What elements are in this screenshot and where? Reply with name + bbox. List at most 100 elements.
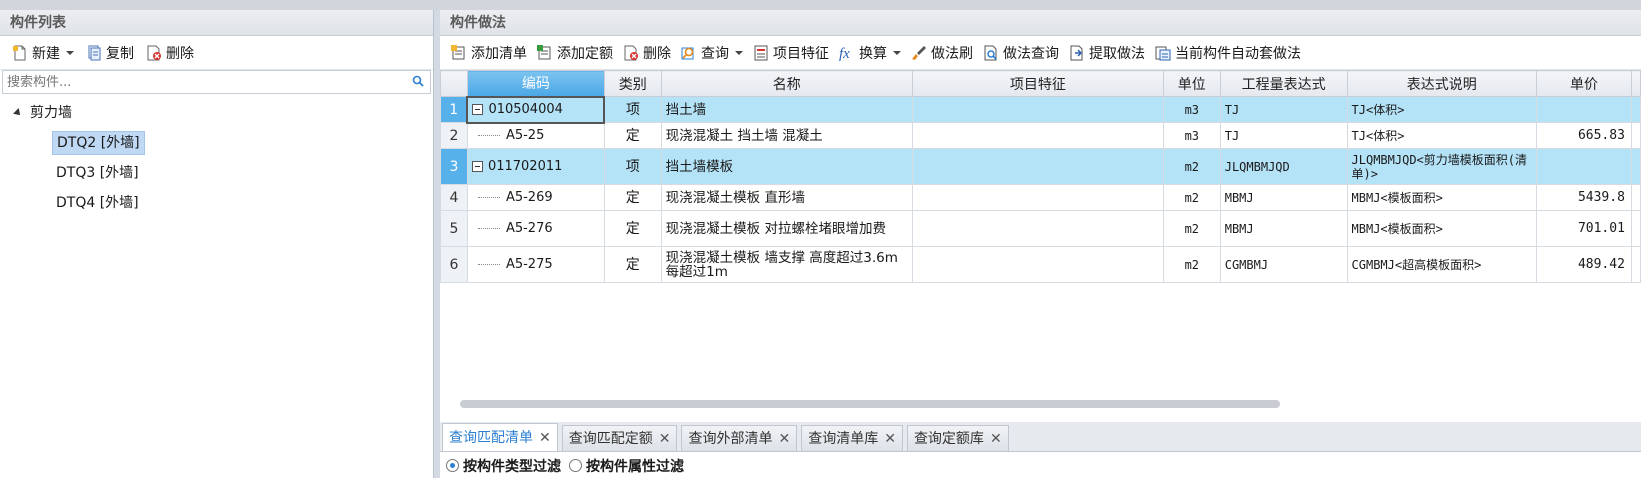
horizontal-scrollbar[interactable] [460,400,1280,408]
code-cell[interactable]: A5-269 [466,184,605,211]
expr-cell[interactable]: MBMJ [1219,210,1348,247]
tree-item-dtq2[interactable]: DTQ2 [外墙] [0,128,433,158]
copy-button[interactable]: 复制 [80,40,140,66]
unit-cell[interactable]: m2 [1162,184,1221,211]
collapse-icon[interactable] [471,161,483,172]
expr-cell[interactable]: MBMJ [1219,184,1348,211]
feature-cell[interactable] [911,148,1164,185]
code-cell[interactable]: A5-276 [466,210,605,247]
unit-cell[interactable]: m3 [1162,96,1221,123]
feature-cell[interactable] [911,96,1164,123]
method-toolbar: 添加清单 添加定额 删除 查询 项目特征 fx 换算 做法刷 做法查询 提取做法… [440,36,1641,70]
desc-cell: MBMJ<模板面积> [1346,210,1538,247]
query-button[interactable]: 查询 [676,40,748,66]
collapse-icon[interactable] [472,104,484,115]
query-label: 查询 [701,45,729,62]
expr-cell[interactable]: TJ [1219,96,1348,123]
add-list-button[interactable]: 添加清单 [446,40,532,66]
table-row[interactable]: 1 010504004 项 挡土墙 m3 TJ TJ<体积> [440,95,1641,124]
expr-cell[interactable]: JLQMBMJQD [1219,148,1348,185]
delete-icon [623,45,639,61]
chevron-down-icon[interactable] [893,50,901,55]
filter-by-attr-radio[interactable] [569,459,582,472]
close-icon[interactable]: ✕ [659,427,671,451]
tab-query-external-list[interactable]: 查询外部清单 ✕ [681,425,798,451]
code-cell[interactable]: A5-275 [466,246,605,283]
convert-button[interactable]: fx 换算 [834,40,906,66]
column-header-type[interactable]: 类别 [603,70,662,97]
column-header-code[interactable]: 编码 [466,70,605,97]
close-icon[interactable]: ✕ [990,427,1002,451]
close-icon[interactable]: ✕ [539,426,551,450]
code-cell[interactable]: 011702011 [466,148,605,185]
type-cell[interactable]: 定 [603,184,662,211]
type-cell[interactable]: 定 [603,210,662,247]
close-icon[interactable]: ✕ [884,427,896,451]
expr-cell[interactable]: TJ [1219,122,1348,149]
type-cell[interactable]: 定 [603,246,662,283]
delete-component-button[interactable]: 删除 [140,40,200,66]
add-quota-icon [537,44,553,61]
auto-apply-label: 当前构件自动套做法 [1175,45,1301,62]
type-cell[interactable]: 定 [603,122,662,149]
name-cell[interactable]: 现浇混凝土模板 墙支撑 高度超过3.6m每超过1m [660,246,913,283]
tab-query-match-list[interactable]: 查询匹配清单 ✕ [442,423,558,451]
tree-root-shear-wall[interactable]: 剪力墙 [0,98,433,128]
unit-cell[interactable]: m2 [1162,246,1221,283]
expr-cell[interactable]: CGMBMJ [1219,246,1348,283]
feature-cell[interactable] [911,246,1164,283]
name-cell[interactable]: 现浇混凝土模板 直形墙 [660,184,913,211]
delete-method-button[interactable]: 删除 [618,40,676,66]
name-cell[interactable]: 现浇混凝土 挡土墙 混凝土 [660,122,913,149]
filter-by-type-label[interactable]: 按构件类型过滤 [463,456,561,476]
column-header-expr[interactable]: 工程量表达式 [1219,70,1348,97]
table-row[interactable]: 5 A5-276 定 现浇混凝土模板 对拉螺栓堵眼增加费 m2 MBMJ MBM… [440,210,1641,247]
close-icon[interactable]: ✕ [778,427,790,451]
method-query-button[interactable]: 做法查询 [978,40,1064,66]
feature-cell[interactable] [911,122,1164,149]
item-feature-button[interactable]: 项目特征 [748,40,834,66]
table-row[interactable]: 2 A5-25 定 现浇混凝土 挡土墙 混凝土 m3 TJ TJ<体积> 665… [440,122,1641,149]
table-row[interactable]: 6 A5-275 定 现浇混凝土模板 墙支撑 高度超过3.6m每超过1m m2 … [440,246,1641,283]
new-button[interactable]: 新建 [6,40,80,66]
name-cell[interactable]: 挡土墙 [660,96,913,123]
auto-apply-button[interactable]: 当前构件自动套做法 [1150,40,1306,66]
name-cell[interactable]: 现浇混凝土模板 对拉螺栓堵眼增加费 [660,210,913,247]
column-header-name[interactable]: 名称 [660,70,913,97]
code-cell[interactable]: 010504004 [466,95,606,124]
tree-item-dtq4[interactable]: DTQ4 [外墙] [0,188,433,218]
column-header-unit[interactable]: 单位 [1162,70,1221,97]
chevron-down-icon[interactable] [735,50,743,55]
unit-cell[interactable]: m3 [1162,122,1221,149]
table-row[interactable]: 3 011702011 项 挡土墙模板 m2 JLQMBMJQD JLQMBMJ… [440,148,1641,185]
tree-item-dtq3[interactable]: DTQ3 [外墙] [0,158,433,188]
feature-cell[interactable] [911,210,1164,247]
method-grid: 编码 类别 名称 项目特征 单位 工程量表达式 表达式说明 单价 1 01050… [440,70,1641,410]
type-cell[interactable]: 项 [603,96,662,123]
extract-method-button[interactable]: 提取做法 [1064,40,1150,66]
column-header-desc[interactable]: 表达式说明 [1346,70,1538,97]
expand-triangle-icon[interactable] [13,108,23,118]
filter-by-type-radio[interactable] [446,459,459,472]
search-input[interactable] [3,71,430,93]
unit-cell[interactable]: m2 [1162,148,1221,185]
type-cell[interactable]: 项 [603,148,662,185]
method-brush-button[interactable]: 做法刷 [906,40,978,66]
add-quota-button[interactable]: 添加定额 [532,40,618,66]
unit-cell[interactable]: m2 [1162,210,1221,247]
column-header-price[interactable]: 单价 [1536,70,1632,97]
search-icon[interactable] [412,75,424,87]
name-cell[interactable]: 挡土墙模板 [660,148,913,185]
feature-cell[interactable] [911,184,1164,211]
code-text: 011702011 [487,158,563,174]
tab-query-match-quota[interactable]: 查询匹配定额 ✕ [561,425,678,451]
tab-query-quota-library[interactable]: 查询定额库 ✕ [906,425,1009,451]
filter-by-attr-label[interactable]: 按构件属性过滤 [586,456,684,476]
tab-query-list-library[interactable]: 查询清单库 ✕ [801,425,903,451]
tab-label: 查询匹配清单 [449,429,533,446]
table-row[interactable]: 4 A5-269 定 现浇混凝土模板 直形墙 m2 MBMJ MBMJ<模板面积… [440,184,1641,211]
code-cell[interactable]: A5-25 [466,122,605,149]
chevron-down-icon[interactable] [66,50,74,55]
doc-search-icon [983,45,999,61]
column-header-feature[interactable]: 项目特征 [911,70,1164,97]
